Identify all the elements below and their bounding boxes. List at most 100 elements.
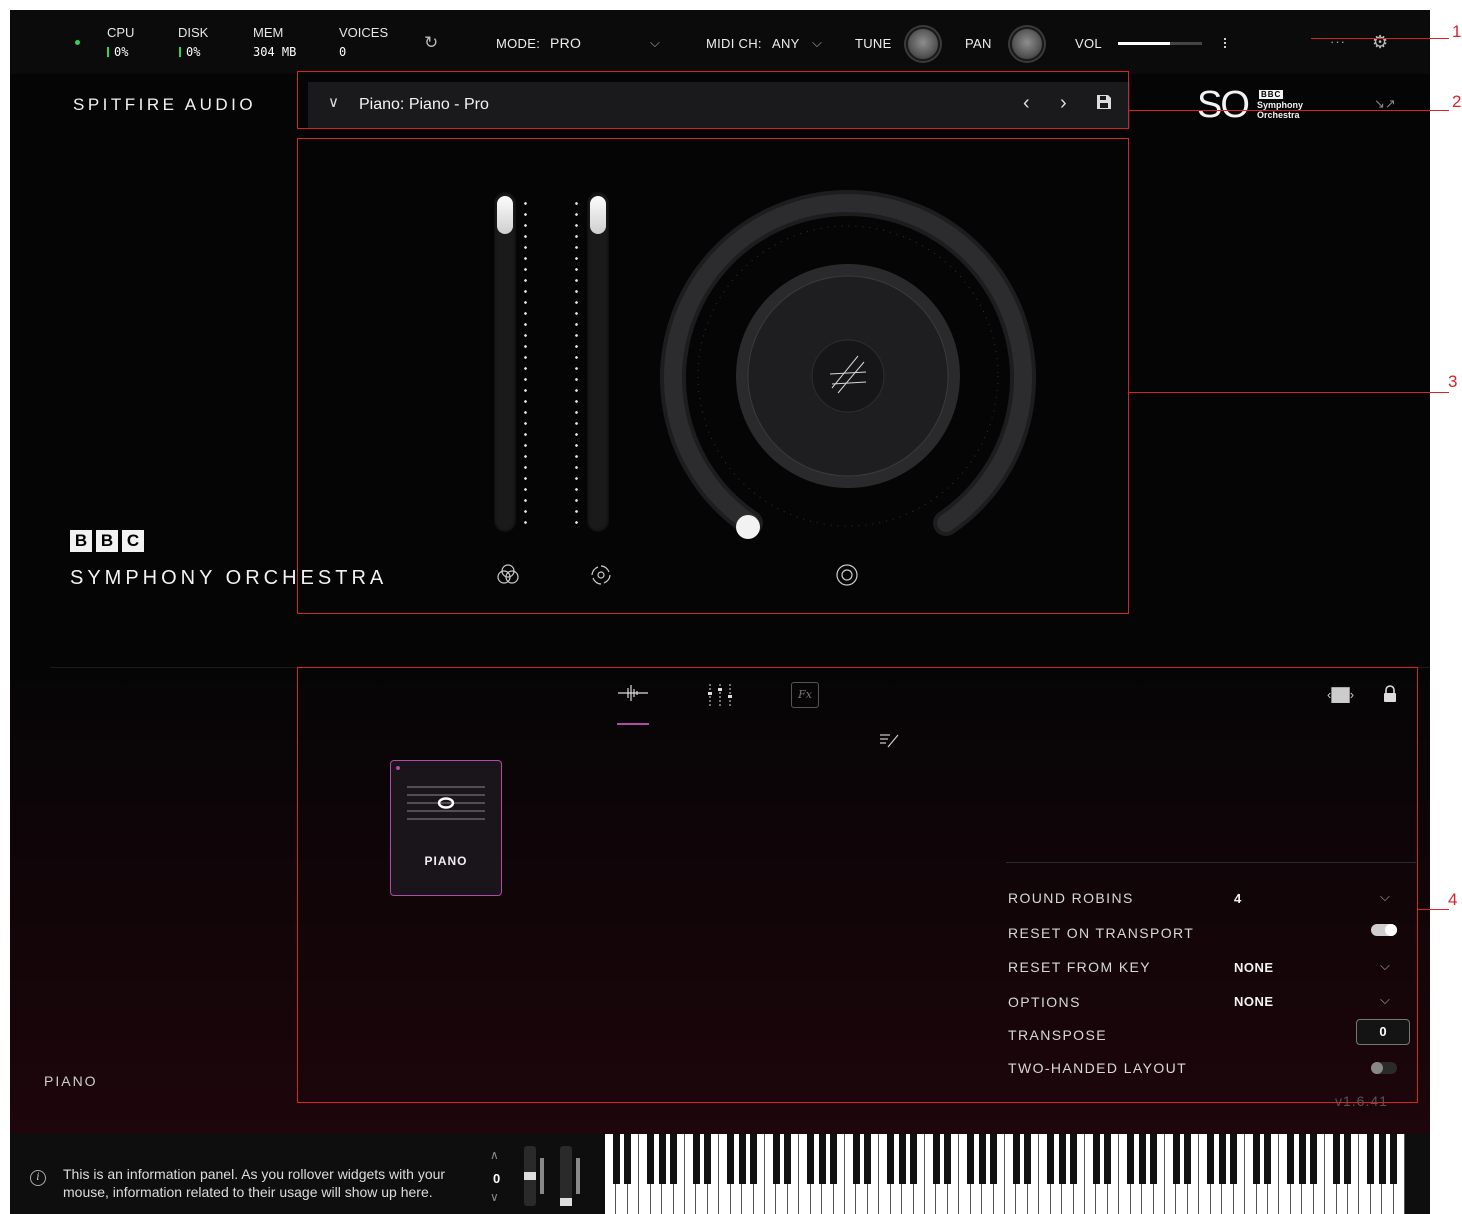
black-key[interactable] — [990, 1134, 998, 1184]
callout-number-1: 1 — [1452, 22, 1462, 41]
output-meter — [1224, 37, 1226, 49]
black-key[interactable] — [704, 1134, 712, 1184]
callout-line-4 — [1418, 909, 1449, 910]
black-key[interactable] — [898, 1134, 906, 1184]
black-key[interactable] — [1378, 1134, 1386, 1184]
bottom-bar: i This is an information panel. As you r… — [10, 1134, 1430, 1214]
pan-knob[interactable] — [1010, 27, 1044, 61]
tune-knob[interactable] — [906, 27, 940, 61]
bbc-letter-c: C — [122, 530, 144, 552]
octave-up-icon[interactable]: ∧ — [490, 1148, 499, 1162]
callout-box-4 — [297, 667, 1418, 1103]
bbc-logo: BBC — [70, 530, 148, 552]
cpu-meter: 0% — [107, 45, 128, 59]
black-key[interactable] — [647, 1134, 655, 1184]
black-key[interactable] — [830, 1134, 838, 1184]
wheel-divider — [540, 1158, 544, 1194]
callout-number-2: 2 — [1452, 92, 1462, 111]
black-key[interactable] — [887, 1134, 895, 1184]
cpu-label: CPU — [107, 25, 135, 40]
black-key[interactable] — [1333, 1134, 1341, 1184]
black-key[interactable] — [727, 1134, 735, 1184]
voices-label: VOICES — [339, 25, 389, 40]
black-key[interactable] — [1287, 1134, 1295, 1184]
black-key[interactable] — [1207, 1134, 1215, 1184]
black-key[interactable] — [1218, 1134, 1226, 1184]
callout-number-4: 4 — [1448, 890, 1458, 909]
status-led — [75, 40, 80, 45]
black-key[interactable] — [978, 1134, 986, 1184]
so-logo-bbc: BBC — [1259, 90, 1284, 99]
black-key[interactable] — [864, 1134, 872, 1184]
black-key[interactable] — [1058, 1134, 1066, 1184]
refresh-icon[interactable]: ↻ — [424, 33, 438, 53]
callout-number-3: 3 — [1448, 372, 1458, 391]
black-key[interactable] — [1344, 1134, 1352, 1184]
black-key[interactable] — [784, 1134, 792, 1184]
black-key[interactable] — [1310, 1134, 1318, 1184]
black-key[interactable] — [1264, 1134, 1272, 1184]
black-key[interactable] — [658, 1134, 666, 1184]
black-key[interactable] — [1253, 1134, 1260, 1184]
black-key[interactable] — [750, 1134, 758, 1184]
bbc-letter-b1: B — [70, 530, 92, 552]
callout-box-3 — [297, 138, 1129, 614]
volume-fill — [1118, 42, 1171, 45]
black-key[interactable] — [1127, 1134, 1135, 1184]
bbc-so-logo: SO BBC Symphony Orchestra — [1197, 84, 1317, 126]
piano-keyboard[interactable] — [605, 1134, 1406, 1214]
volume-slider[interactable] — [1118, 42, 1202, 45]
info-line-1: This is an information panel. As you rol… — [63, 1166, 446, 1182]
top-bar: CPU 0% DISK 0% MEM 304 MB VOICES 0 ↻ MOD… — [10, 10, 1430, 74]
so-logo-text: SO — [1197, 84, 1250, 126]
mod-wheel[interactable] — [560, 1146, 572, 1206]
black-key[interactable] — [1092, 1134, 1100, 1184]
midi-channel-select[interactable]: ANY — [772, 36, 800, 51]
black-key[interactable] — [1070, 1134, 1078, 1184]
black-key[interactable] — [1138, 1134, 1146, 1184]
black-key[interactable] — [1104, 1134, 1112, 1184]
black-key[interactable] — [932, 1134, 940, 1184]
black-key[interactable] — [1173, 1134, 1180, 1184]
black-key[interactable] — [944, 1134, 952, 1184]
instrument-name: PIANO — [44, 1073, 98, 1089]
pan-label: PAN — [965, 36, 992, 51]
so-logo-line2: Orchestra — [1257, 110, 1300, 120]
black-key[interactable] — [852, 1134, 860, 1184]
black-key[interactable] — [807, 1134, 815, 1184]
black-key[interactable] — [670, 1134, 678, 1184]
black-key[interactable] — [624, 1134, 632, 1184]
black-key[interactable] — [612, 1134, 620, 1184]
black-key[interactable] — [1298, 1134, 1306, 1184]
black-key[interactable] — [1367, 1134, 1375, 1184]
black-key[interactable] — [1047, 1134, 1055, 1184]
pitch-wheel-handle[interactable] — [524, 1172, 536, 1180]
plugin-window: CPU 0% DISK 0% MEM 304 MB VOICES 0 ↻ MOD… — [10, 10, 1430, 1214]
pitch-wheel[interactable] — [524, 1146, 536, 1206]
black-key[interactable] — [738, 1134, 746, 1184]
mode-select[interactable]: PRO — [550, 35, 581, 51]
black-key[interactable] — [1150, 1134, 1158, 1184]
black-key[interactable] — [910, 1134, 918, 1184]
octave-down-icon[interactable]: ∨ — [490, 1190, 499, 1204]
settings-gear-icon[interactable]: ⚙ — [1372, 32, 1388, 53]
black-key[interactable] — [692, 1134, 700, 1184]
mem-label: MEM — [253, 25, 284, 40]
mode-chevron-down-icon[interactable]: ⌵ — [650, 35, 660, 51]
black-key[interactable] — [1012, 1134, 1020, 1184]
disk-meter: 0% — [179, 45, 200, 59]
black-key[interactable] — [1230, 1134, 1238, 1184]
disk-value: 0% — [186, 45, 201, 59]
black-key[interactable] — [967, 1134, 975, 1184]
black-key[interactable] — [1024, 1134, 1032, 1184]
black-key[interactable] — [818, 1134, 826, 1184]
more-options-icon[interactable]: ··· — [1330, 34, 1346, 49]
spitfire-audio-logo: SPITFIRE AUDIO — [73, 95, 257, 114]
black-key[interactable] — [1390, 1134, 1398, 1184]
midi-chevron-down-icon[interactable]: ⌵ — [812, 35, 822, 51]
disk-label: DISK — [178, 25, 209, 40]
black-key[interactable] — [772, 1134, 780, 1184]
mod-wheel-handle[interactable] — [560, 1198, 572, 1206]
octave-value: 0 — [493, 1171, 501, 1186]
black-key[interactable] — [1184, 1134, 1192, 1184]
